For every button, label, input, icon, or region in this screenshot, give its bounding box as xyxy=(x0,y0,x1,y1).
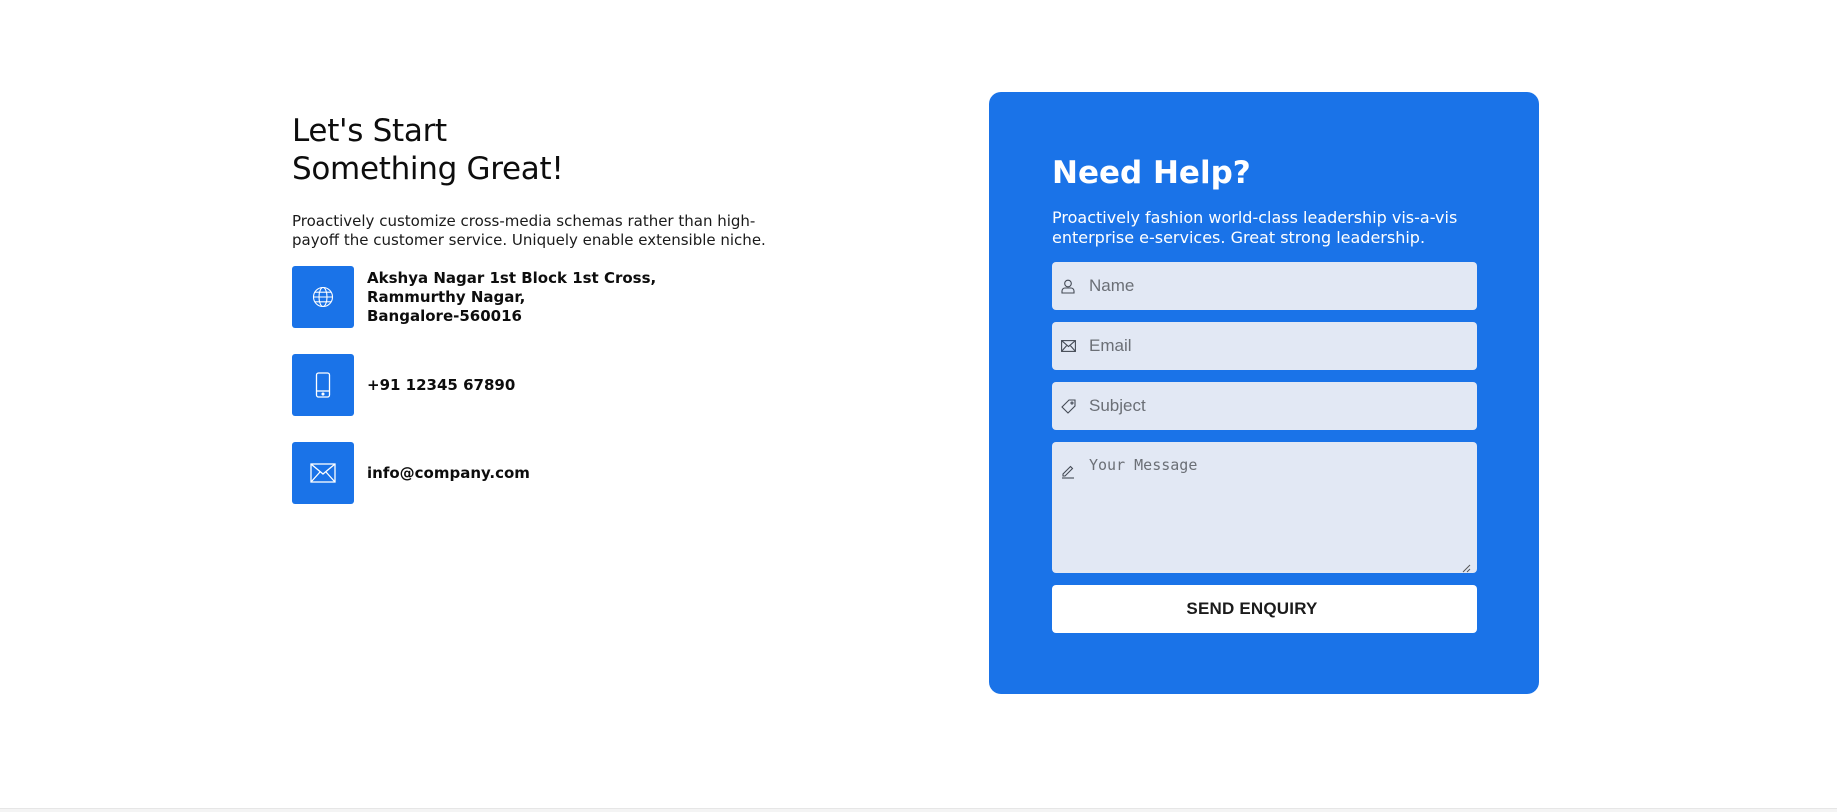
user-icon xyxy=(1060,278,1076,294)
address-line-1: Akshya Nagar 1st Block 1st Cross, xyxy=(367,268,657,287)
globe-icon xyxy=(292,266,354,328)
contact-item-address: Akshya Nagar 1st Block 1st Cross, Rammur… xyxy=(292,266,792,328)
contact-item-email: info@company.com xyxy=(292,442,792,504)
resize-grip-icon[interactable] xyxy=(1462,558,1471,573)
phone-text[interactable]: +91 12345 67890 xyxy=(367,376,515,395)
headline-line-1: Let's Start xyxy=(292,113,447,149)
tag-icon xyxy=(1060,398,1076,414)
message-textarea[interactable] xyxy=(1052,442,1477,573)
envelope-icon xyxy=(292,442,354,504)
enquiry-form: Need Help? Proactively fashion world-cla… xyxy=(1052,154,1477,633)
email-text[interactable]: info@company.com xyxy=(367,464,530,483)
envelope-icon xyxy=(1060,338,1076,354)
page-headline: Let's Start Something Great! xyxy=(292,112,792,188)
message-field-wrapper xyxy=(1052,442,1477,573)
subject-field-wrapper xyxy=(1052,382,1477,430)
contact-info-column: Let's Start Something Great! Proactively… xyxy=(292,112,792,504)
address-text: Akshya Nagar 1st Block 1st Cross, Rammur… xyxy=(367,269,656,326)
name-field-wrapper xyxy=(1052,262,1477,310)
subject-input[interactable] xyxy=(1052,382,1477,430)
headline-line-2: Something Great! xyxy=(292,151,564,187)
address-line-3: Bangalore-560016 xyxy=(367,306,522,325)
page-bottom-divider xyxy=(0,808,1837,812)
intro-paragraph: Proactively customize cross-media schema… xyxy=(292,212,766,249)
contact-item-phone: +91 12345 67890 xyxy=(292,354,792,416)
email-field-wrapper xyxy=(1052,322,1477,370)
name-input[interactable] xyxy=(1052,262,1477,310)
card-title: Need Help? xyxy=(1052,155,1251,191)
card-description: Proactively fashion world-class leadersh… xyxy=(1052,208,1458,247)
contact-list: Akshya Nagar 1st Block 1st Cross, Rammur… xyxy=(292,266,792,504)
send-enquiry-button[interactable]: SEND ENQUIRY xyxy=(1052,585,1477,633)
email-input[interactable] xyxy=(1052,322,1477,370)
contact-section: Let's Start Something Great! Proactively… xyxy=(0,0,1837,812)
pencil-icon xyxy=(1060,464,1076,480)
address-line-2: Rammurthy Nagar, xyxy=(367,287,526,306)
mobile-phone-icon xyxy=(292,354,354,416)
enquiry-card: Need Help? Proactively fashion world-cla… xyxy=(989,92,1539,694)
